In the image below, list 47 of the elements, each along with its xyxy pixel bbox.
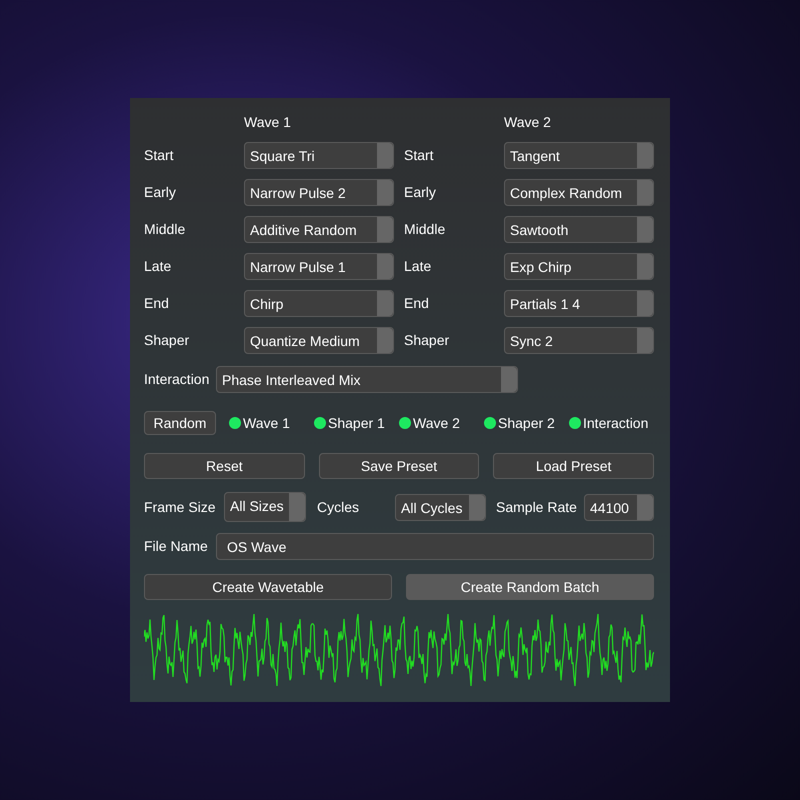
action-button[interactable]: Save Preset [318,453,480,479]
row-label: Frame Size [144,498,217,516]
dropdown[interactable]: All Cycles [395,494,486,520]
row-label: Interaction [144,370,210,389]
dropdown[interactable]: Quantize Medium [244,327,394,354]
row-label: End [144,294,170,313]
dropdown[interactable]: All Sizes [224,492,306,522]
toggle-label: Wave 2 [413,414,460,432]
toggle-label: Wave 1 [243,414,290,432]
toggle-label: Shaper 1 [328,414,385,433]
file-name-field[interactable]: OS Wave [216,533,654,560]
action-button[interactable]: Create Wavetable [144,574,392,600]
row-label: Middle [144,220,186,239]
action-button[interactable]: Reset [144,453,305,479]
row-label: Middle [404,220,446,239]
row-label: Start [144,146,175,165]
row-label: Shaper [144,331,190,350]
row-label: Late [404,257,432,276]
action-button[interactable]: Load Preset [493,453,654,479]
row-label: Sample Rate [496,498,578,517]
row-label: Start [404,146,435,165]
toggle-label: Shaper 2 [498,414,555,433]
dropdown[interactable]: 44100 [584,494,654,520]
dropdown[interactable]: Narrow Pulse 2 [244,179,394,206]
column-header: Wave 2 [504,113,551,132]
row-label: End [404,294,430,313]
row-label: Late [144,257,172,276]
row-label: Early [404,183,437,202]
dropdown[interactable]: Complex Random [504,179,654,206]
row-label: Early [144,183,177,202]
dropdown[interactable]: Narrow Pulse 1 [244,253,394,280]
dropdown[interactable]: Chirp [244,290,394,317]
row-label: Cycles [317,498,360,517]
dropdown[interactable]: Square Tri [244,142,394,169]
random-button[interactable]: Random [144,411,216,435]
dropdown[interactable]: Tangent [504,142,654,169]
column-header: Wave 1 [244,113,291,132]
row-label: File Name [144,537,209,556]
dropdown[interactable]: Partials 1 4 [504,290,654,317]
row-label: Shaper [404,331,450,350]
dropdown[interactable]: Phase Interleaved Mix [216,366,518,393]
dropdown[interactable]: Sync 2 [504,327,654,354]
dropdown[interactable]: Exp Chirp [504,253,654,280]
toggle-label: Interaction [583,414,648,432]
dropdown[interactable]: Sawtooth [504,216,654,243]
dropdown[interactable]: Additive Random [244,216,394,243]
action-button[interactable]: Create Random Batch [406,574,654,600]
